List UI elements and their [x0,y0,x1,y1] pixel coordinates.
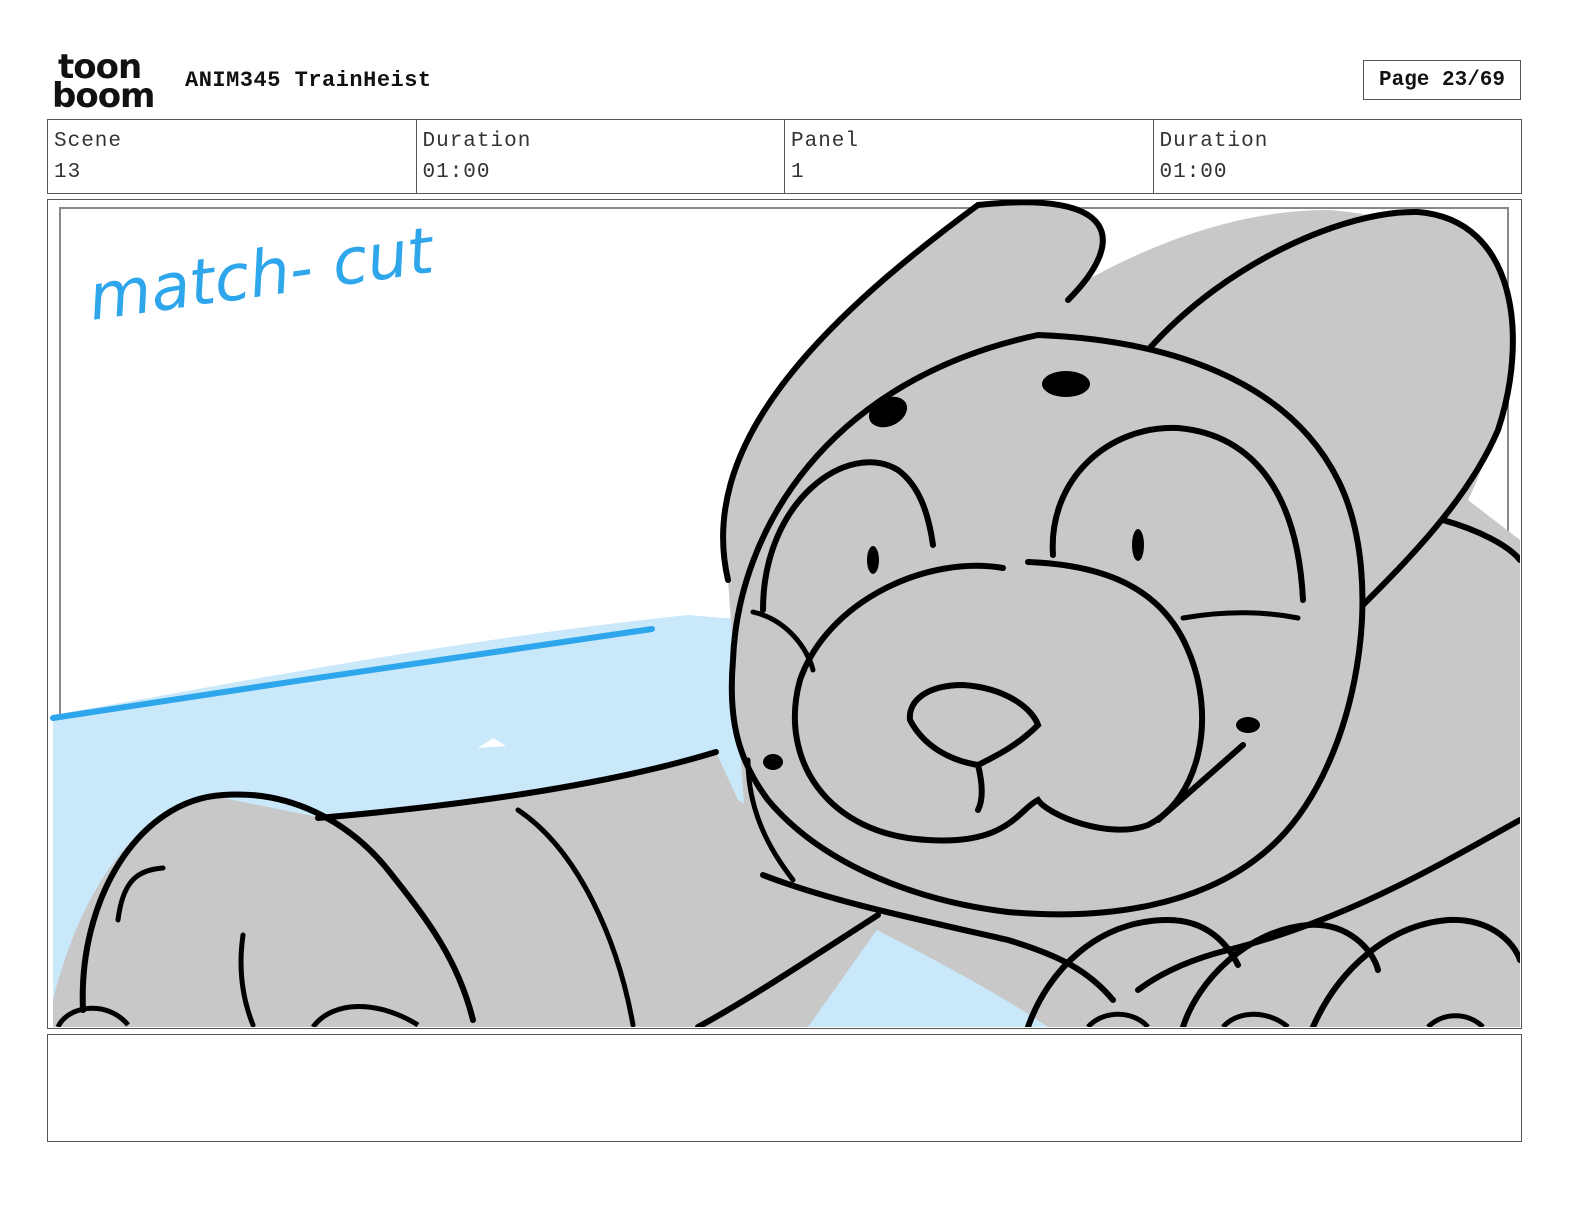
logo-line-bottom: boom [52,76,155,116]
scene-cell: Scene 13 [48,120,417,193]
toon-boom-logo: toon boom [52,50,164,116]
scene-duration-value: 01:00 [422,161,491,184]
panel-duration-cell: Duration 01:00 [1154,120,1522,193]
scene-info-table: Scene 13 Duration 01:00 Panel 1 Duration… [47,119,1522,194]
scene-label: Scene [54,130,123,153]
panel-duration-label: Duration [1159,130,1269,153]
scene-duration-cell: Duration 01:00 [417,120,785,193]
panel-notes[interactable] [47,1034,1522,1142]
panel-cell: Panel 1 [785,120,1154,193]
storyboard-panel[interactable]: match- cut [47,199,1522,1029]
project-title: ANIM345 TrainHeist [185,68,432,93]
character-pupil-right [1132,529,1144,561]
scene-duration-label: Duration [422,130,532,153]
panel-duration-value: 01:00 [1159,161,1228,184]
character-shoulder-blob [1236,717,1260,733]
page-label: Page 23/69 [1378,68,1506,92]
panel-value: 1 [791,161,805,184]
character-pupil-left [867,546,879,574]
scene-value: 13 [54,161,82,184]
character-brow-right [1042,371,1090,397]
panel-drawing: match- cut [50,200,1520,1027]
match-cut-annotation: match- cut [84,214,440,336]
character-cheek-blob [763,754,783,770]
page-indicator: Page 23/69 [1363,60,1521,100]
panel-label: Panel [791,130,860,153]
